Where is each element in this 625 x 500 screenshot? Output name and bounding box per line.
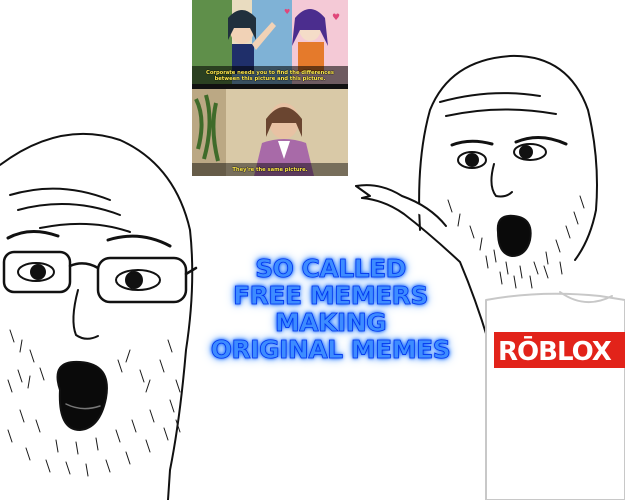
meme-headline: SO CALLED FREE MEMERS MAKING ORIGINAL ME… <box>210 254 451 364</box>
meme-canvas: ♥ ♥ Corporate needs you to find the diff… <box>0 0 625 500</box>
shirt-logo: RŌBLOX <box>494 332 625 368</box>
soyjak-illustration: RŌBLOX <box>0 54 625 500</box>
left-soyjak <box>0 132 198 500</box>
shirt-logo-text: RŌBLOX <box>498 335 612 367</box>
